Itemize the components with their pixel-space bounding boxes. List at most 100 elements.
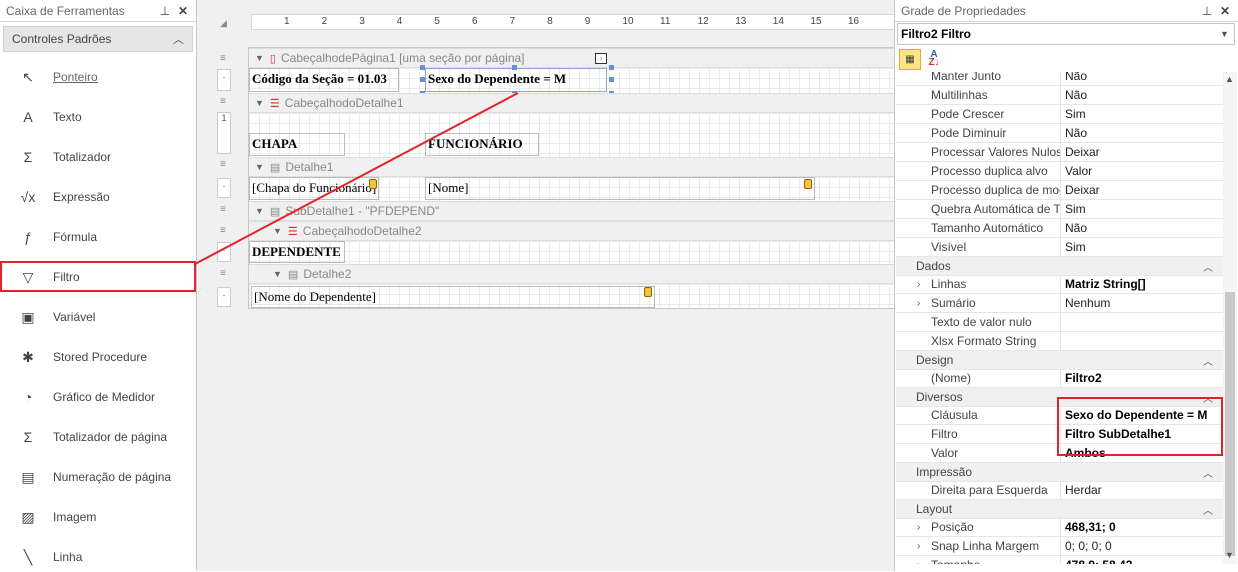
property-row[interactable]: › Sumário Nenhum bbox=[896, 294, 1223, 313]
property-row[interactable]: Texto de valor nulo bbox=[896, 313, 1223, 332]
band-grip-icon[interactable]: ≡ bbox=[220, 225, 226, 236]
scrollbar-thumb[interactable] bbox=[1225, 292, 1235, 556]
toolbox-item-image[interactable]: ▨ Imagem bbox=[0, 502, 196, 532]
scroll-down-icon[interactable]: ▼ bbox=[1225, 550, 1234, 560]
toolbox-item-function[interactable]: ƒ Fórmula bbox=[0, 222, 196, 252]
categorized-view-icon[interactable]: ▦ bbox=[899, 48, 921, 70]
scroll-up-icon[interactable]: ▲ bbox=[1225, 74, 1234, 84]
property-value[interactable]: Matriz String[] bbox=[1061, 275, 1223, 293]
property-row[interactable]: › Tamanho 478,9; 58,42 bbox=[896, 556, 1223, 564]
band-handle[interactable]: 1 bbox=[217, 112, 231, 154]
property-value[interactable]: 468,31; 0 bbox=[1061, 518, 1223, 536]
property-category[interactable]: Diversos ︿ bbox=[896, 388, 1223, 407]
toolbox-item-page-number[interactable]: ▤ Numeração de página bbox=[0, 462, 196, 492]
property-row[interactable]: Pode Diminuir Não bbox=[896, 124, 1223, 143]
band-grip-icon[interactable]: ≡ bbox=[220, 204, 226, 215]
collapse-chevron-icon[interactable]: ︿ bbox=[1203, 463, 1223, 481]
band-page-header[interactable]: ▼ ▯ CabeçalhodePágina1 [uma seção por pá… bbox=[249, 48, 894, 68]
collapse-chevron-icon[interactable]: ︿ bbox=[1203, 388, 1223, 406]
band-detail1[interactable]: ▼ ▤ Detalhe1 bbox=[249, 157, 894, 177]
toolbox-group-header[interactable]: Controles Padrões ︿ bbox=[3, 26, 193, 52]
property-value[interactable]: Deixar bbox=[1061, 181, 1223, 199]
property-row[interactable]: Cláusula Sexo do Dependente = M bbox=[896, 406, 1223, 425]
toolbox-item-sqrt-x[interactable]: √x Expressão bbox=[0, 182, 196, 212]
band-handle[interactable]: . bbox=[217, 242, 231, 262]
band-detail-header2[interactable]: ▼ ☰ CabeçalhodoDetalhe2 bbox=[249, 221, 894, 241]
close-icon[interactable]: ✕ bbox=[1218, 4, 1232, 18]
property-value[interactable]: Não bbox=[1061, 86, 1223, 104]
property-value[interactable]: Nenhum bbox=[1061, 294, 1223, 312]
dependent-name-field[interactable]: [Nome do Dependente] bbox=[251, 286, 655, 308]
band-grip-icon[interactable]: ≡ bbox=[220, 53, 226, 64]
property-value[interactable]: Não bbox=[1061, 72, 1223, 85]
property-row[interactable]: Processar Valores Nulos Deixar bbox=[896, 143, 1223, 162]
collapse-chevron-icon[interactable]: ︿ bbox=[1203, 500, 1223, 518]
property-value[interactable]: Sim bbox=[1061, 238, 1223, 256]
property-category[interactable]: Impressão ︿ bbox=[896, 463, 1223, 482]
property-value[interactable]: Ambos bbox=[1061, 444, 1223, 462]
property-row[interactable]: Manter Junto Não bbox=[896, 72, 1223, 86]
property-row[interactable]: Processo duplica alvo Valor bbox=[896, 162, 1223, 181]
property-value[interactable]: 478,9; 58,42 bbox=[1061, 556, 1223, 564]
properties-scrollbar[interactable]: ▲ ▼ bbox=[1223, 72, 1237, 564]
property-value[interactable]: Não bbox=[1061, 219, 1223, 237]
property-row[interactable]: Pode Crescer Sim bbox=[896, 105, 1223, 124]
property-value[interactable]: Filtro2 bbox=[1061, 369, 1223, 387]
property-row[interactable]: Direita para Esquerda Herdar bbox=[896, 481, 1223, 500]
chapa-header-field[interactable]: CHAPA bbox=[249, 133, 345, 156]
alphabetical-sort-icon[interactable]: A Z↓ bbox=[923, 49, 945, 70]
property-category[interactable]: Layout ︿ bbox=[896, 500, 1223, 519]
collapse-arrow-icon[interactable]: ▼ bbox=[255, 206, 264, 216]
property-category[interactable]: Design ︿ bbox=[896, 351, 1223, 370]
toolbox-item-text[interactable]: A Texto bbox=[0, 102, 196, 132]
toolbox-item-page-sigma[interactable]: Σ Totalizador de página bbox=[0, 422, 196, 452]
band-detail2[interactable]: ▼ ▤ Detalhe2 bbox=[249, 264, 894, 284]
property-row[interactable]: Processo duplica de modo Deixar bbox=[896, 181, 1223, 200]
selection-handle[interactable] bbox=[420, 65, 425, 70]
collapse-arrow-icon[interactable]: ▼ bbox=[273, 269, 282, 279]
selection-handle[interactable] bbox=[609, 65, 614, 70]
employee-header-field[interactable]: FUNCIONÁRIO bbox=[425, 133, 539, 156]
toolbox-item-sigma[interactable]: Σ Totalizador bbox=[0, 142, 196, 172]
property-row[interactable]: Quebra Automática de TextoSim bbox=[896, 200, 1223, 219]
band-subdetail1[interactable]: ▼ ▤ SubDetalhe1 - "PFDEPEND" bbox=[249, 201, 894, 221]
property-row[interactable]: Multilinhas Não bbox=[896, 86, 1223, 105]
property-row[interactable]: › Linhas Matriz String[] bbox=[896, 275, 1223, 294]
object-selector[interactable]: Filtro2 Filtro ▼ bbox=[897, 23, 1235, 45]
expand-chevron-icon[interactable]: › bbox=[917, 522, 920, 533]
selection-handle[interactable] bbox=[609, 77, 614, 82]
property-value[interactable] bbox=[1061, 313, 1223, 331]
property-value[interactable]: 0; 0; 0; 0 bbox=[1061, 537, 1223, 555]
employee-chapa-field[interactable]: [Chapa do Funcionário] bbox=[249, 177, 379, 200]
property-category[interactable]: Dados ︿ bbox=[896, 257, 1223, 276]
band-detail-header1[interactable]: ▼ ☰ CabeçalhodoDetalhe1 bbox=[249, 93, 894, 113]
collapse-arrow-icon[interactable]: ▼ bbox=[255, 162, 264, 172]
property-value[interactable]: Deixar bbox=[1061, 143, 1223, 161]
expand-chevron-icon[interactable]: › bbox=[917, 560, 920, 565]
property-value[interactable]: Sim bbox=[1061, 200, 1223, 218]
selection-handle[interactable] bbox=[420, 77, 425, 82]
pin-icon[interactable]: ⊥ bbox=[1200, 4, 1214, 18]
pin-icon[interactable]: ⊥ bbox=[158, 4, 172, 18]
property-value[interactable]: Valor bbox=[1061, 162, 1223, 180]
property-value[interactable]: Filtro SubDetalhe1 bbox=[1061, 425, 1223, 443]
employee-name-field[interactable]: [Nome] bbox=[425, 177, 815, 200]
toolbox-item-gauge[interactable]: ◔ Gráfico de Medidor bbox=[0, 382, 196, 412]
band-grip-icon[interactable]: ≡ bbox=[220, 268, 226, 279]
dependent-header-field[interactable]: DEPENDENTE bbox=[249, 241, 345, 263]
toolbox-item-gears[interactable]: ✱ Stored Procedure bbox=[0, 342, 196, 372]
band-handle[interactable]: . bbox=[217, 69, 231, 91]
band-grip-icon[interactable]: ≡ bbox=[220, 159, 226, 170]
collapse-chevron-icon[interactable]: ︿ bbox=[1203, 351, 1223, 369]
property-row[interactable]: Xlsx Formato String bbox=[896, 332, 1223, 351]
close-icon[interactable]: ✕ bbox=[176, 4, 190, 18]
property-value[interactable]: Não bbox=[1061, 124, 1223, 142]
property-value[interactable]: Herdar bbox=[1061, 481, 1223, 499]
property-row[interactable]: › Posição 468,31; 0 bbox=[896, 518, 1223, 537]
toolbox-item-line[interactable]: ╲ Linha bbox=[0, 542, 196, 572]
property-row[interactable]: Filtro Filtro SubDetalhe1 bbox=[896, 425, 1223, 444]
smart-tag-icon[interactable]: › bbox=[595, 53, 607, 64]
band-handle[interactable]: . bbox=[217, 178, 231, 198]
filter-clause-field[interactable]: Sexo do Dependente = M bbox=[425, 68, 607, 92]
collapse-arrow-icon[interactable]: ▼ bbox=[255, 98, 264, 108]
